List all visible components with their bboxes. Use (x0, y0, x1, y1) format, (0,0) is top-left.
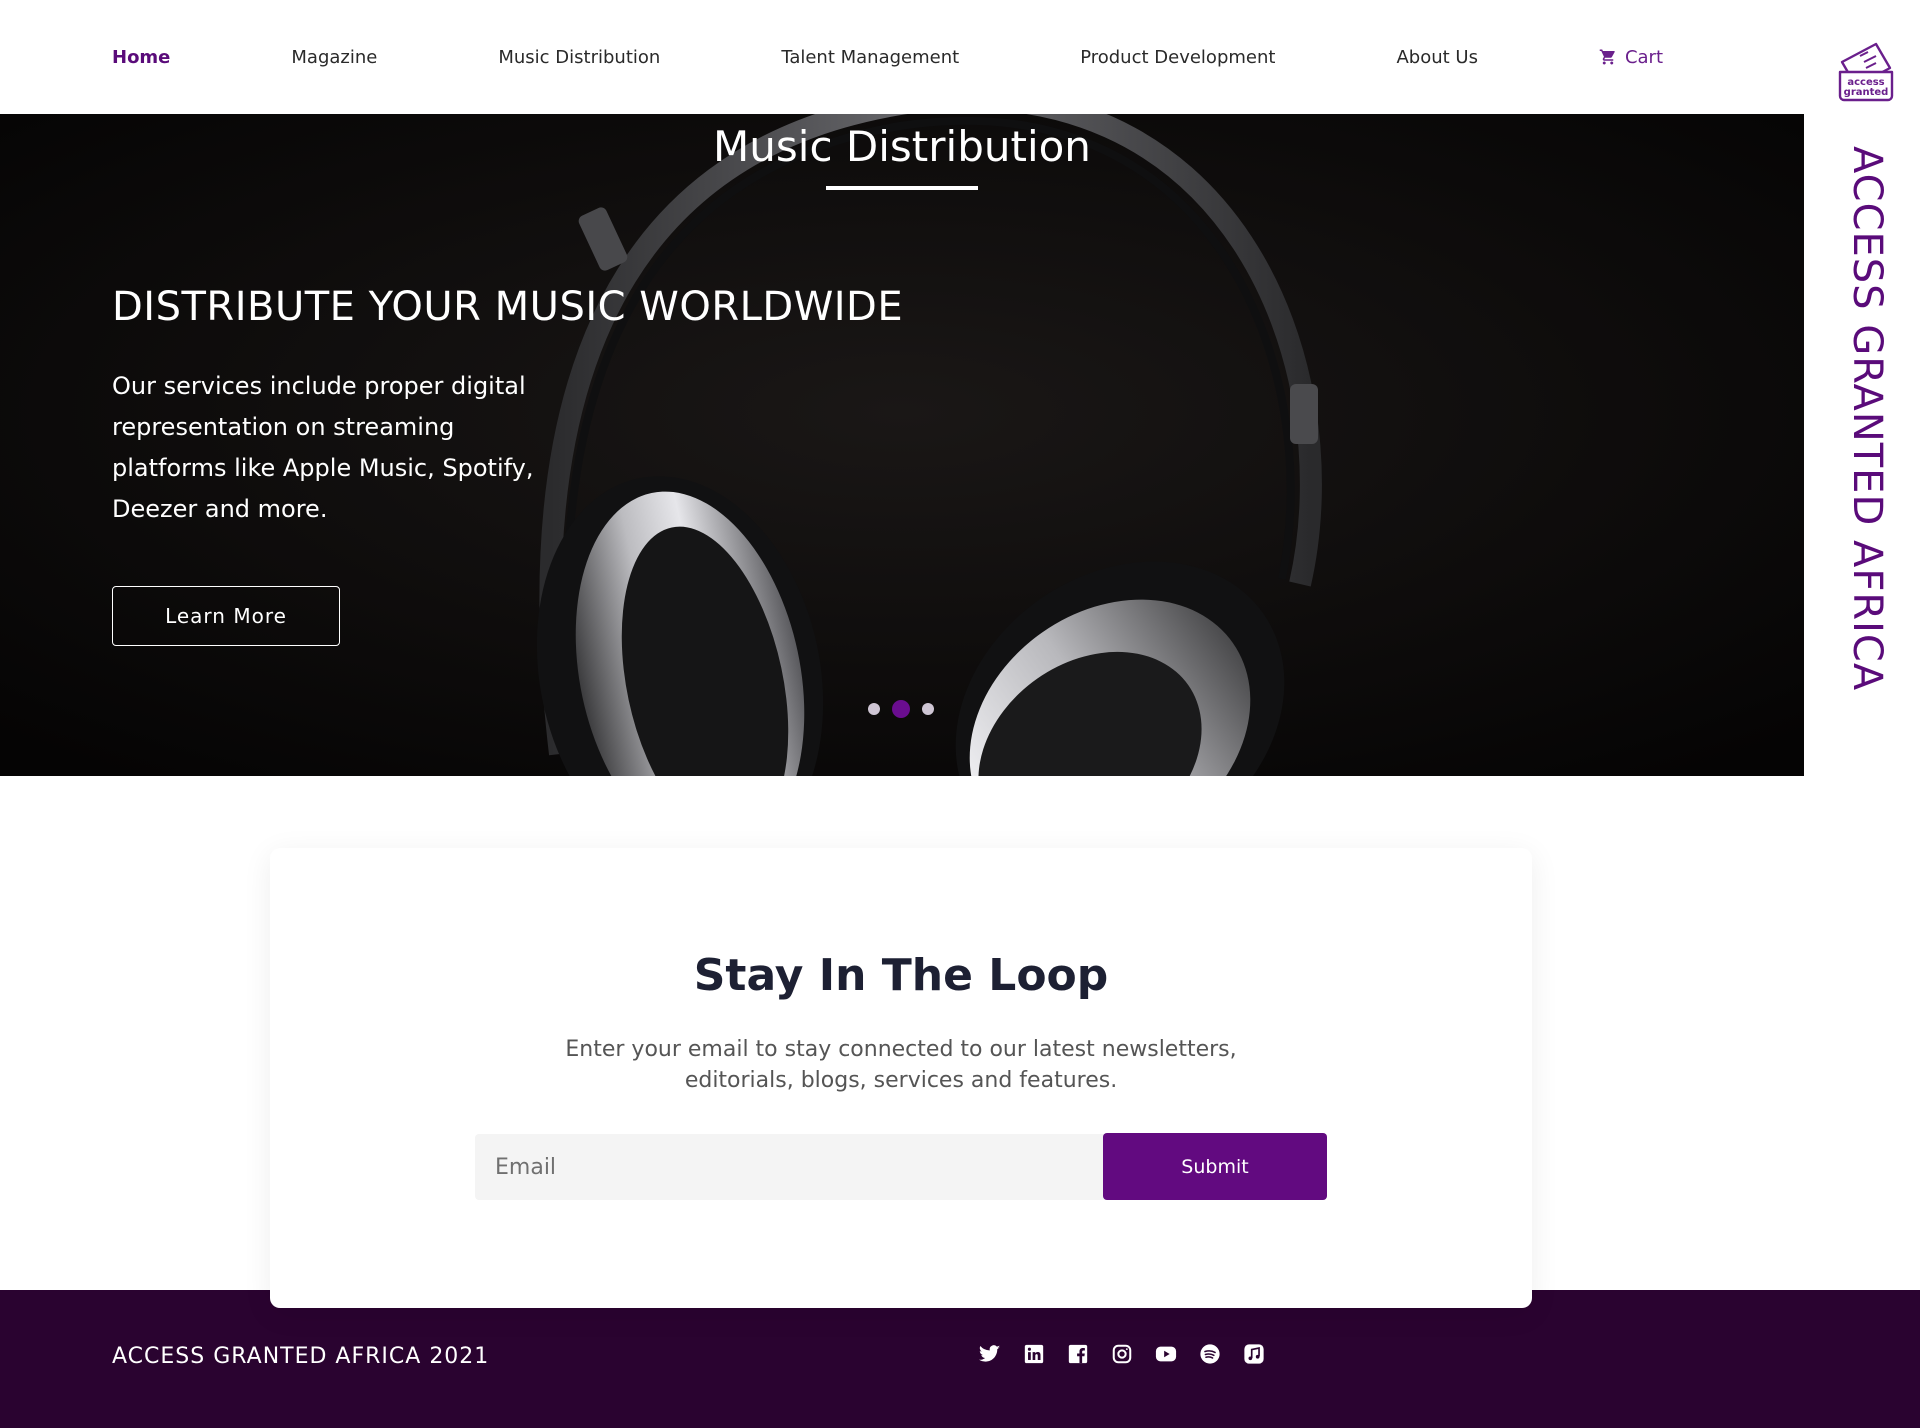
nav-link-magazine[interactable]: Magazine (291, 47, 377, 68)
hero-carousel: Music Distribution DISTRIBUTE YOUR MUSIC… (0, 114, 1804, 776)
nav-link-home[interactable]: Home (112, 47, 170, 68)
nav-link-about-us[interactable]: About Us (1396, 47, 1478, 68)
nav-item-music-distribution: Music Distribution (498, 47, 660, 68)
cart-link[interactable]: Cart (1599, 47, 1663, 68)
submit-button[interactable]: Submit (1103, 1133, 1327, 1200)
brand-side-rail: access granted ACCESS GRANTED AFRICA (1804, 0, 1920, 1290)
carousel-dot-2[interactable] (892, 700, 910, 718)
nav-link-product-development[interactable]: Product Development (1080, 47, 1275, 68)
social-links (978, 1342, 1266, 1366)
youtube-icon[interactable] (1154, 1342, 1178, 1366)
twitter-icon[interactable] (978, 1342, 1002, 1366)
nav-item-talent-management: Talent Management (781, 47, 959, 68)
hero-description: Our services include proper digital repr… (112, 372, 534, 523)
access-granted-logo[interactable]: access granted (1836, 38, 1896, 104)
nav-item-magazine: Magazine (291, 47, 377, 68)
footer: ACCESS GRANTED AFRICA 2021 (0, 1290, 1920, 1428)
hero-headline: DISTRIBUTE YOUR MUSIC WORLDWIDE (112, 284, 904, 330)
carousel-dot-3[interactable] (922, 703, 934, 715)
title-underline (826, 186, 978, 190)
top-navigation: Home Magazine Music Distribution Talent … (0, 0, 1804, 114)
newsletter-title: Stay In The Loop (693, 950, 1109, 1001)
nav-item-cart: Cart (1599, 47, 1663, 68)
spotify-icon[interactable] (1198, 1342, 1222, 1366)
cart-icon (1599, 49, 1615, 65)
nav-item-about-us: About Us (1396, 47, 1478, 68)
footer-copyright: ACCESS GRANTED AFRICA 2021 (112, 1344, 490, 1369)
linkedin-icon[interactable] (1022, 1342, 1046, 1366)
facebook-icon[interactable] (1066, 1342, 1090, 1366)
apple-music-icon[interactable] (1242, 1342, 1266, 1366)
carousel-indicators (868, 700, 934, 718)
newsletter-card: Stay In The Loop Enter your email to sta… (270, 848, 1532, 1308)
nav-link-music-distribution[interactable]: Music Distribution (498, 47, 660, 68)
newsletter-description: Enter your email to stay connected to ou… (565, 1037, 1237, 1093)
cart-label: Cart (1624, 46, 1664, 68)
learn-more-button[interactable]: Learn More (112, 586, 340, 646)
nav-item-home: Home (112, 47, 170, 68)
nav-list: Home Magazine Music Distribution Talent … (112, 47, 1704, 68)
email-input[interactable] (475, 1134, 1105, 1200)
vertical-brand-name: ACCESS GRANTED AFRICA (1844, 146, 1890, 692)
nav-link-talent-management[interactable]: Talent Management (781, 47, 959, 68)
instagram-icon[interactable] (1110, 1342, 1134, 1366)
carousel-dot-1[interactable] (868, 703, 880, 715)
hero-section-title: Music Distribution (713, 122, 1091, 171)
nav-item-product-development: Product Development (1080, 47, 1275, 68)
svg-text:granted: granted (1844, 87, 1889, 98)
